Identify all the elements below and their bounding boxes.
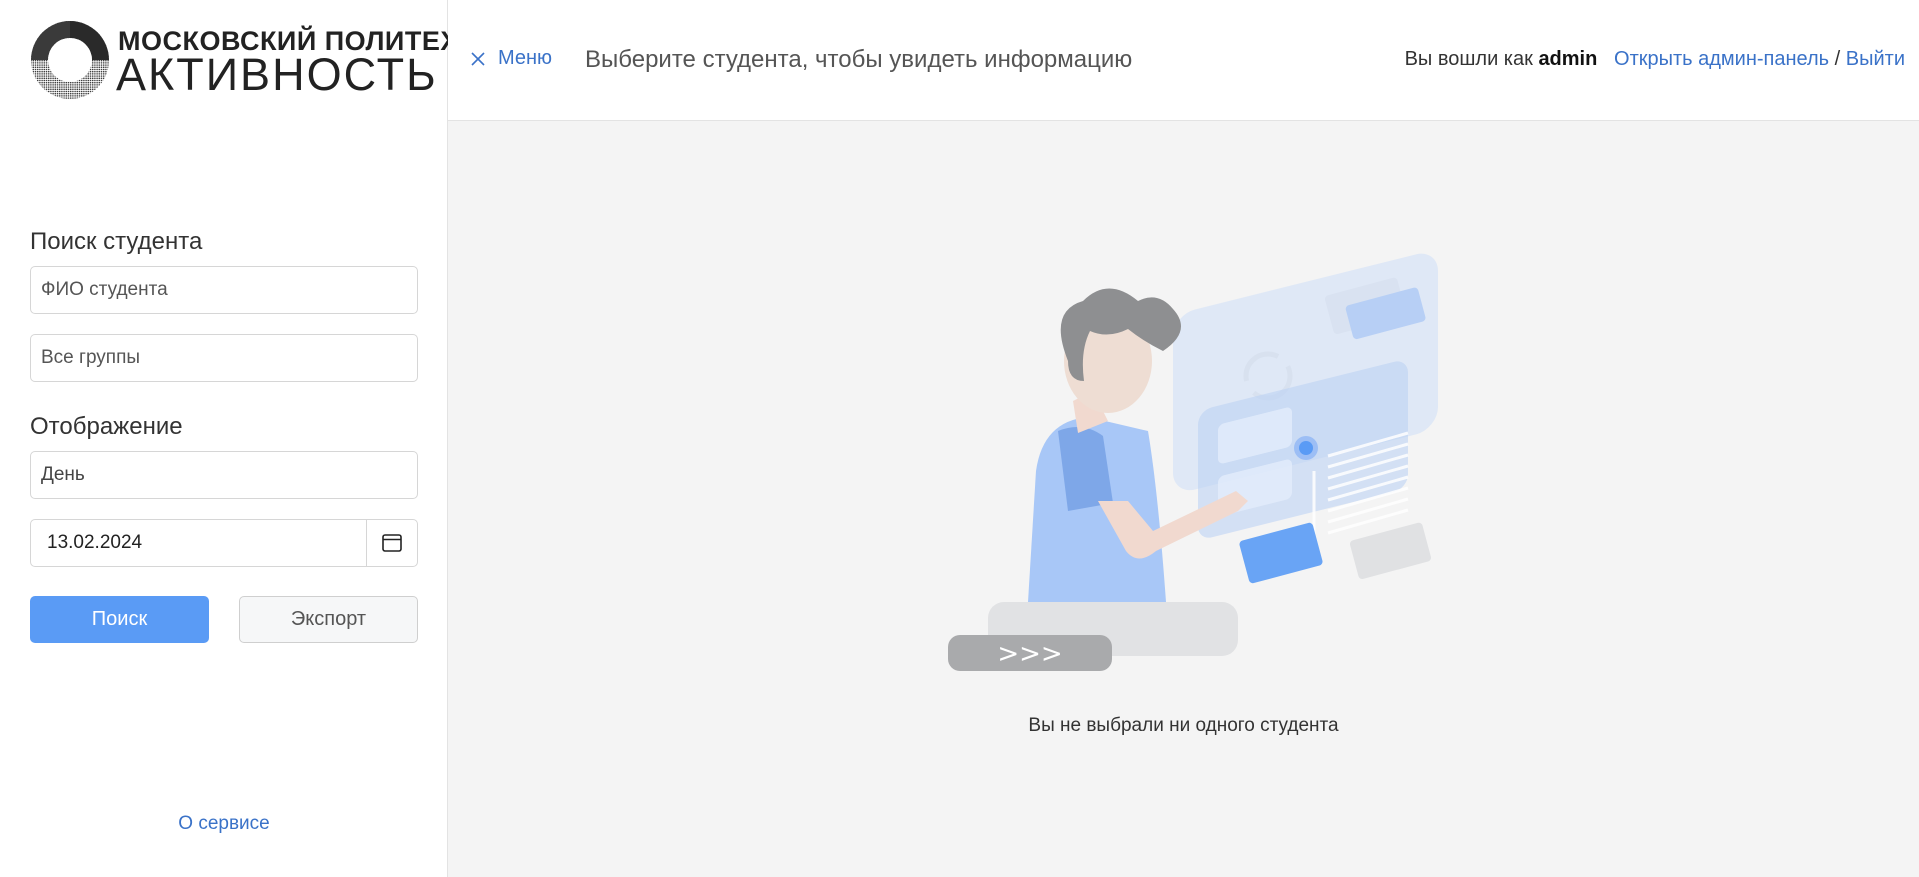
- display-mode-select[interactable]: День: [30, 451, 418, 499]
- calendar-icon: [382, 534, 402, 552]
- menu-label: Меню: [498, 47, 553, 69]
- export-button[interactable]: Экспорт: [239, 596, 418, 643]
- search-section-title: Поиск студента: [30, 228, 203, 255]
- logged-in-prefix: Вы вошли как: [1404, 48, 1533, 70]
- empty-state-illustration: >>>: [948, 253, 1438, 671]
- date-field[interactable]: 13.02.2024: [30, 519, 418, 567]
- date-value[interactable]: 13.02.2024: [31, 532, 366, 554]
- sidebar: МОСКОВСКИЙ ПОЛИТЕХ АКТИВНОСТЬ Поиск студ…: [0, 0, 458, 877]
- empty-state-message: Вы не выбрали ни одного студента: [1028, 715, 1339, 736]
- search-button[interactable]: Поиск: [30, 596, 209, 643]
- menu-toggle-button[interactable]: Меню: [470, 47, 552, 70]
- logo-subtitle: АКТИВНОСТЬ: [116, 49, 438, 100]
- display-mode-value: День: [41, 464, 85, 485]
- group-select-placeholder: Все группы: [41, 347, 141, 368]
- top-header: Меню Выберите студента, чтобы увидеть ин…: [448, 0, 1919, 121]
- about-service-link[interactable]: О сервисе: [0, 813, 448, 835]
- svg-text:>>>: >>>: [997, 639, 1062, 669]
- group-select[interactable]: Все группы: [30, 334, 418, 382]
- admin-panel-link[interactable]: Открыть админ-панель: [1614, 48, 1829, 70]
- display-section-title: Отображение: [30, 413, 183, 440]
- page-title: Выберите студента, чтобы увидеть информа…: [585, 46, 1133, 73]
- logo-mark-icon: [31, 21, 109, 99]
- link-separator: /: [1834, 48, 1841, 70]
- calendar-button[interactable]: [366, 520, 417, 566]
- main-content: >>> Вы не выбрали ни одного студента: [448, 121, 1919, 877]
- username: admin: [1538, 48, 1598, 70]
- student-name-placeholder: ФИО студента: [41, 279, 168, 300]
- logout-link[interactable]: Выйти: [1846, 48, 1905, 70]
- user-area: Вы вошли как admin Открыть админ-панель …: [1405, 48, 1905, 71]
- logo[interactable]: МОСКОВСКИЙ ПОЛИТЕХ АКТИВНОСТЬ: [30, 20, 458, 100]
- close-icon: [471, 51, 485, 66]
- student-name-field[interactable]: ФИО студента: [30, 266, 418, 314]
